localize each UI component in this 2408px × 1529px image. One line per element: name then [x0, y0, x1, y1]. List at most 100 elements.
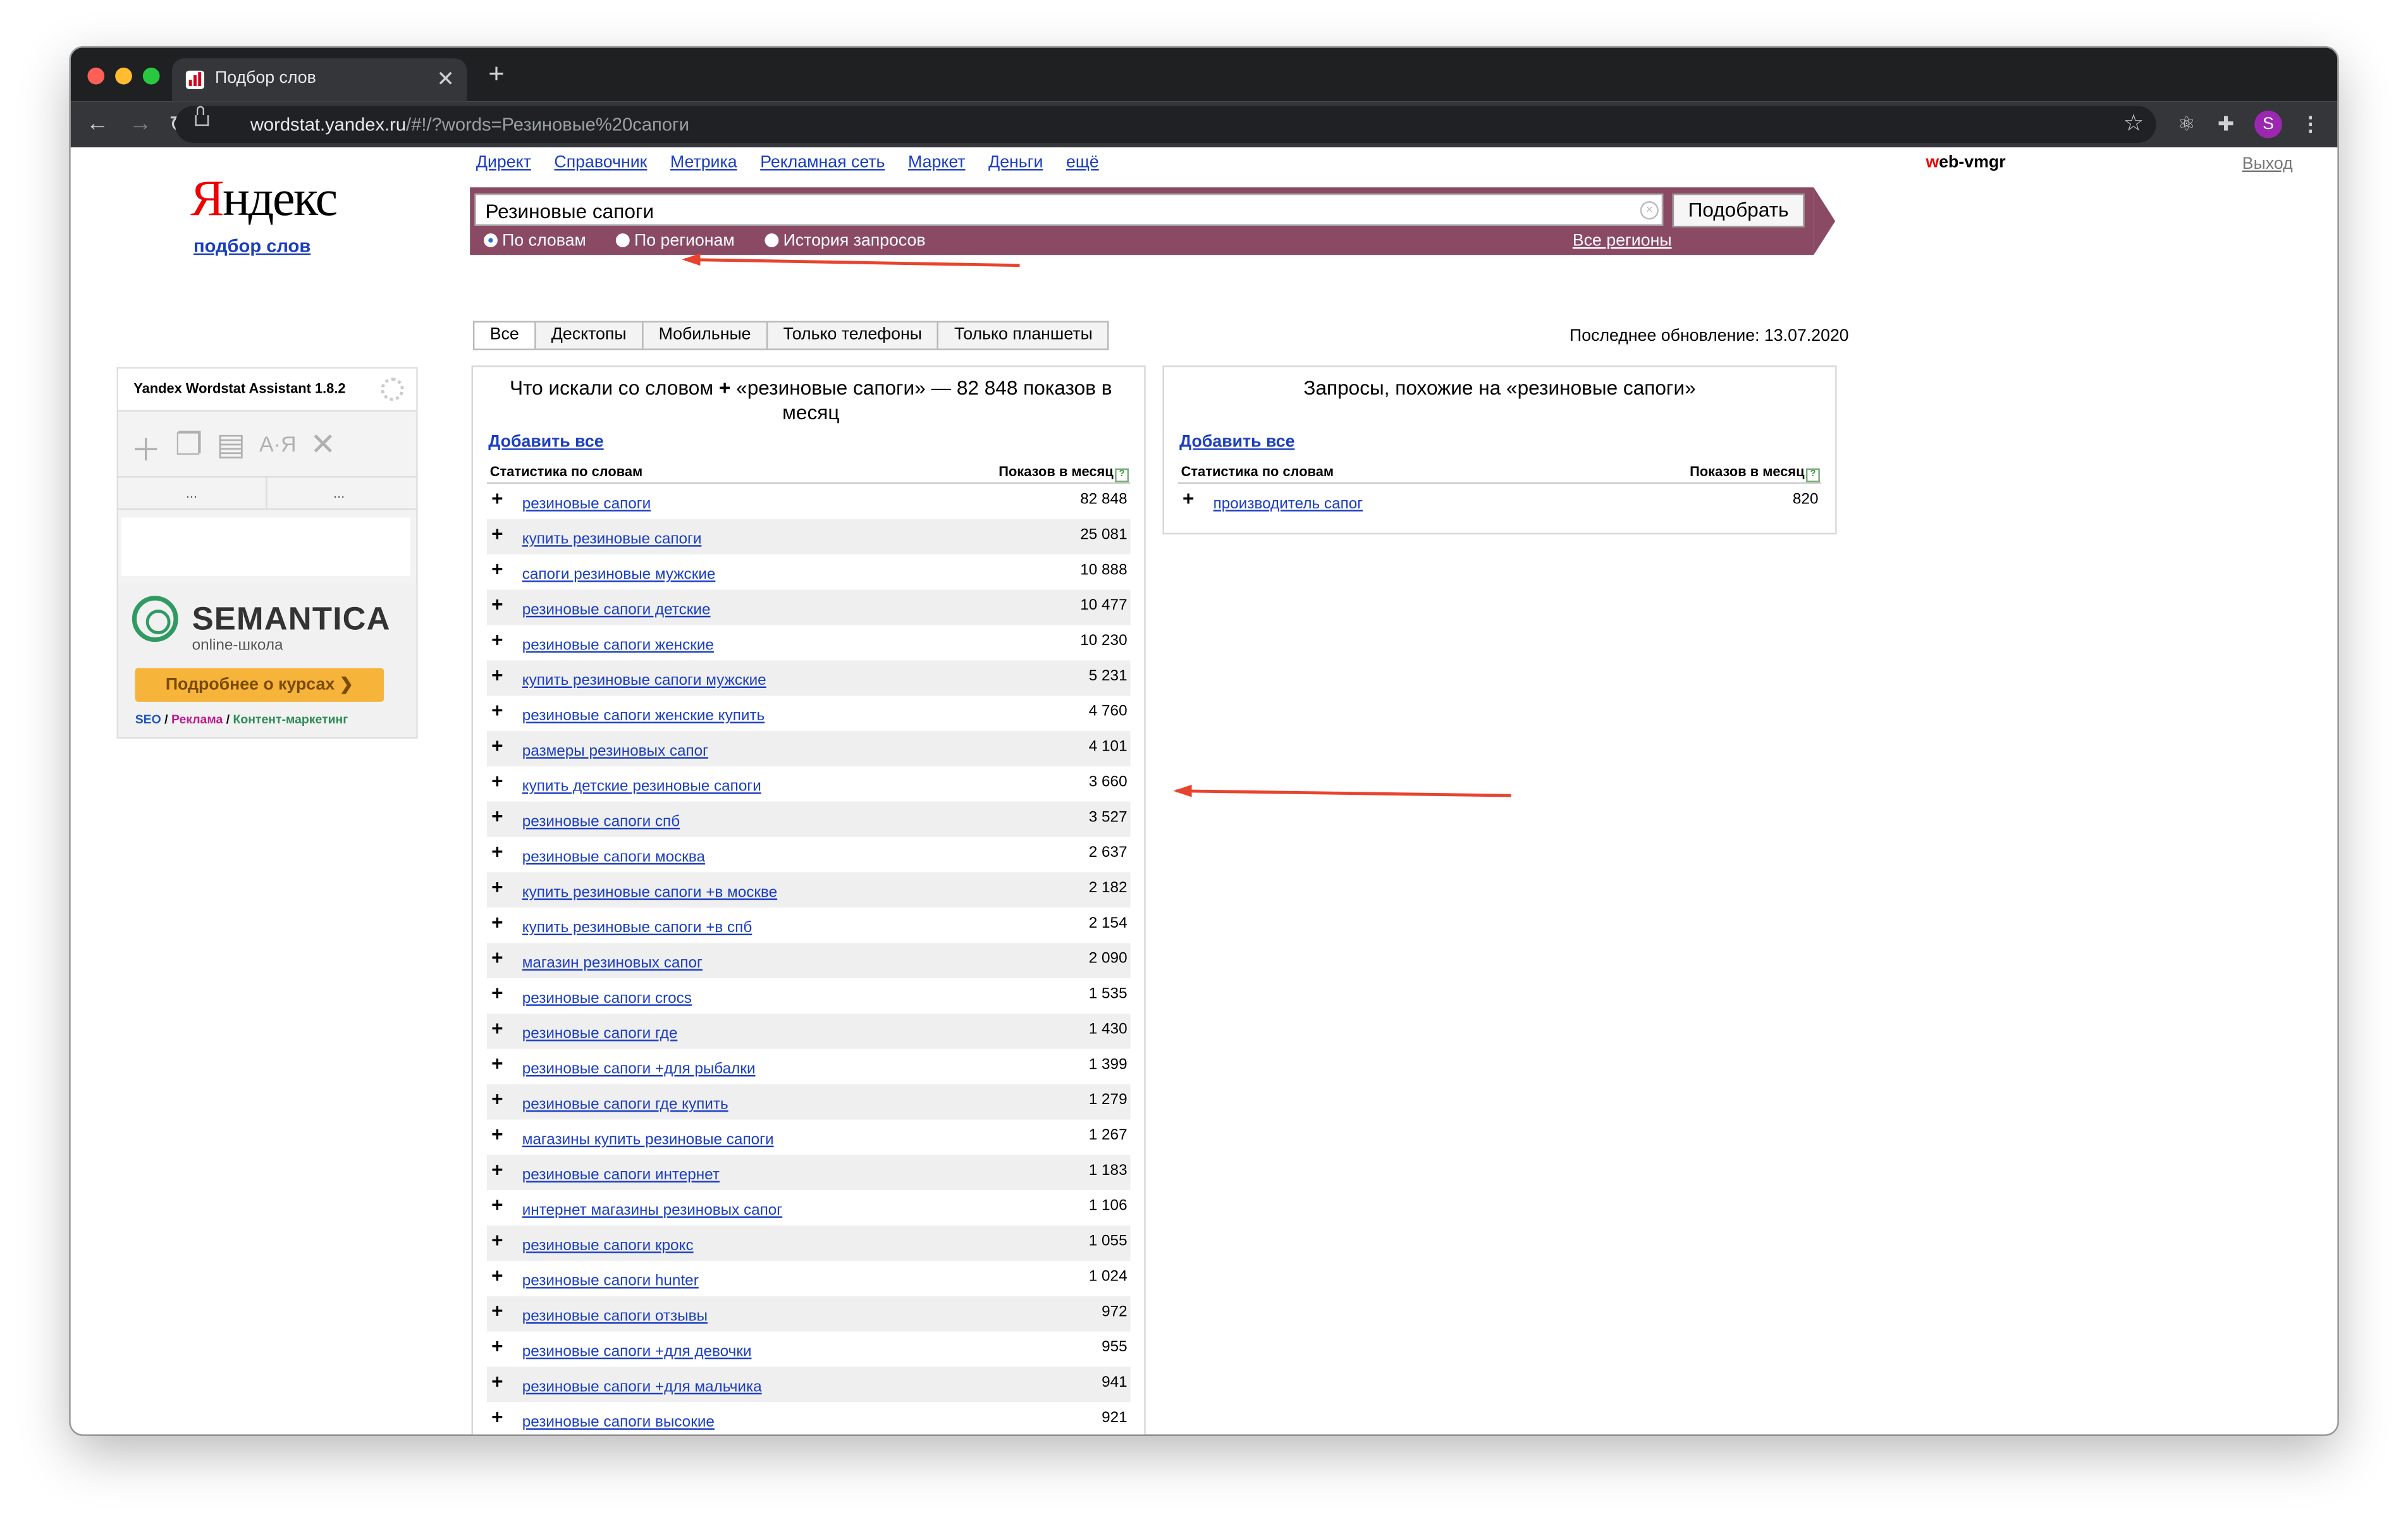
- wordstat-sublogo[interactable]: подбор слов: [194, 235, 310, 257]
- maximize-window-button[interactable]: [142, 67, 160, 85]
- plugin-word-list[interactable]: [121, 517, 410, 576]
- radio-by-words[interactable]: По словам: [484, 232, 586, 250]
- tab-mobile[interactable]: Мобильные: [643, 322, 768, 349]
- add-phrase-icon[interactable]: +: [491, 1018, 503, 1038]
- phrase-link[interactable]: производитель сапог: [1213, 496, 1363, 513]
- add-all-link[interactable]: Добавить все: [488, 433, 603, 451]
- phrase-link[interactable]: магазин резиновых сапог: [522, 955, 703, 973]
- phrase-link[interactable]: резиновые сапоги высокие: [522, 1415, 715, 1432]
- nav-link-ad-network[interactable]: Рекламная сеть: [760, 154, 885, 172]
- add-phrase-icon[interactable]: +: [491, 1265, 503, 1286]
- add-phrase-icon[interactable]: +: [491, 630, 503, 650]
- add-phrase-icon[interactable]: +: [491, 912, 503, 933]
- add-phrase-icon[interactable]: +: [491, 1160, 503, 1180]
- add-phrase-icon[interactable]: +: [491, 806, 503, 826]
- phrase-link[interactable]: резиновые сапоги детские: [522, 602, 711, 619]
- add-phrase-icon[interactable]: +: [491, 1124, 503, 1145]
- nav-link-reference[interactable]: Справочник: [554, 154, 647, 172]
- phrase-link[interactable]: купить резиновые сапоги +в москве: [522, 885, 777, 902]
- phrase-link[interactable]: магазины купить резиновые сапоги: [522, 1132, 774, 1149]
- logout-link[interactable]: Выход: [2242, 155, 2293, 173]
- nav-link-metrika[interactable]: Метрика: [670, 154, 737, 172]
- phrase-link[interactable]: резиновые сапоги crocs: [522, 990, 692, 1007]
- phrase-link[interactable]: интернет магазины резиновых сапог: [522, 1203, 782, 1220]
- add-phrase-icon[interactable]: +: [491, 700, 503, 720]
- clear-input-icon[interactable]: ×: [1640, 201, 1659, 220]
- add-phrase-icon[interactable]: +: [491, 842, 503, 862]
- add-phrase-icon[interactable]: +: [491, 594, 503, 615]
- browser-tab[interactable]: Подбор слов ✕: [172, 58, 467, 102]
- back-arrow-icon[interactable]: ←: [86, 111, 109, 137]
- add-phrase-icon[interactable]: +: [491, 1230, 503, 1250]
- add-phrase-icon[interactable]: +: [491, 524, 503, 544]
- regions-link[interactable]: Все регионы: [1573, 232, 1672, 250]
- nav-link-direct[interactable]: Директ: [476, 154, 531, 172]
- tab-desktops[interactable]: Десктопы: [536, 322, 644, 349]
- add-phrase-icon[interactable]: +: [491, 771, 503, 791]
- new-tab-icon[interactable]: +: [488, 58, 505, 90]
- user-login[interactable]: web-vmgr: [1926, 154, 2005, 172]
- clear-list-icon[interactable]: ✕: [310, 426, 336, 470]
- add-phrase-icon[interactable]: +: [491, 877, 503, 897]
- add-phrase-icon[interactable]: +: [491, 559, 503, 579]
- phrase-link[interactable]: резиновые сапоги москва: [522, 849, 705, 866]
- tab-phones[interactable]: Только телефоны: [768, 322, 939, 349]
- phrase-link[interactable]: резиновые сапоги +для девочки: [522, 1344, 752, 1361]
- nav-link-market[interactable]: Маркет: [908, 154, 965, 172]
- phrase-link[interactable]: резиновые сапоги hunter: [522, 1273, 699, 1290]
- bookmark-star-icon[interactable]: ☆: [2123, 109, 2144, 137]
- phrase-link[interactable]: резиновые сапоги где купить: [522, 1096, 728, 1114]
- close-tab-icon[interactable]: ✕: [436, 66, 454, 92]
- phrase-link[interactable]: резиновые сапоги +для мальчика: [522, 1379, 762, 1396]
- close-window-button[interactable]: [87, 67, 105, 85]
- add-phrase-icon[interactable]: +: [491, 735, 503, 756]
- phrase-link[interactable]: купить детские резиновые сапоги: [522, 778, 761, 795]
- radio-history[interactable]: История запросов: [765, 232, 926, 250]
- add-phrase-icon[interactable]: +: [491, 983, 503, 1003]
- add-phrase-icon[interactable]: +: [491, 947, 503, 967]
- add-phrase-icon[interactable]: +: [491, 1336, 503, 1356]
- react-devtools-icon[interactable]: ⚛: [2178, 112, 2196, 137]
- search-input[interactable]: Резиновые сапоги: [474, 193, 1664, 226]
- extensions-puzzle-icon[interactable]: ✚: [2218, 112, 2234, 137]
- nav-link-money[interactable]: Деньги: [988, 154, 1043, 172]
- phrase-link[interactable]: резиновые сапоги крокс: [522, 1237, 694, 1255]
- semantica-ad[interactable]: SEMANTICA online-школа Подробнее о курса…: [118, 583, 417, 737]
- add-phrase-icon[interactable]: +: [491, 1089, 503, 1109]
- sort-az-icon[interactable]: A·Я: [259, 426, 297, 470]
- add-phrase-icon[interactable]: +: [491, 1407, 503, 1427]
- phrase-link[interactable]: размеры резиновых сапог: [522, 743, 708, 760]
- phrase-link[interactable]: купить резиновые сапоги +в спб: [522, 920, 752, 937]
- phrase-link[interactable]: резиновые сапоги отзывы: [522, 1308, 708, 1325]
- ad-more-button[interactable]: Подробнее о курсах ❯: [135, 668, 384, 702]
- add-phrase-icon[interactable]: +: [491, 1194, 503, 1215]
- add-phrase-icon[interactable]: +: [491, 1301, 503, 1321]
- address-bar[interactable]: wordstat.yandex.ru/#!/?words=Резиновые%2…: [175, 106, 2156, 143]
- add-phrase-icon[interactable]: +: [491, 488, 503, 508]
- add-icon[interactable]: ＋: [130, 426, 161, 470]
- tab-tablets[interactable]: Только планшеты: [939, 322, 1108, 348]
- phrase-link[interactable]: резиновые сапоги +для рыбалки: [522, 1061, 756, 1078]
- phrase-link[interactable]: резиновые сапоги женские купить: [522, 708, 765, 725]
- yandex-logo[interactable]: Яндекс: [190, 172, 338, 229]
- copy-with-counts-icon[interactable]: ▤: [216, 426, 245, 470]
- profile-avatar[interactable]: S: [2254, 110, 2282, 138]
- add-phrase-icon[interactable]: +: [491, 1053, 503, 1074]
- search-button[interactable]: Подобрать: [1672, 193, 1805, 228]
- phrase-link[interactable]: резиновые сапоги: [522, 496, 651, 513]
- add-phrase-icon[interactable]: +: [491, 665, 503, 685]
- phrase-link[interactable]: резиновые сапоги спб: [522, 814, 680, 831]
- tab-all[interactable]: Все: [474, 322, 536, 349]
- phrase-link[interactable]: сапоги резиновые мужские: [522, 567, 716, 584]
- phrase-link[interactable]: резиновые сапоги где: [522, 1026, 678, 1043]
- minimize-window-button[interactable]: [115, 67, 132, 85]
- phrase-link[interactable]: резиновые сапоги женские: [522, 637, 714, 654]
- phrase-link[interactable]: купить резиновые сапоги: [522, 531, 702, 548]
- menu-kebab-icon[interactable]: ⋮: [2300, 112, 2321, 137]
- add-all-similar-link[interactable]: Добавить все: [1179, 433, 1294, 451]
- phrase-link[interactable]: резиновые сапоги интернет: [522, 1167, 720, 1184]
- forward-arrow-icon[interactable]: →: [129, 111, 152, 137]
- copy-icon[interactable]: ❐: [175, 426, 203, 470]
- gear-icon[interactable]: [381, 378, 404, 401]
- phrase-link[interactable]: купить резиновые сапоги мужские: [522, 673, 766, 690]
